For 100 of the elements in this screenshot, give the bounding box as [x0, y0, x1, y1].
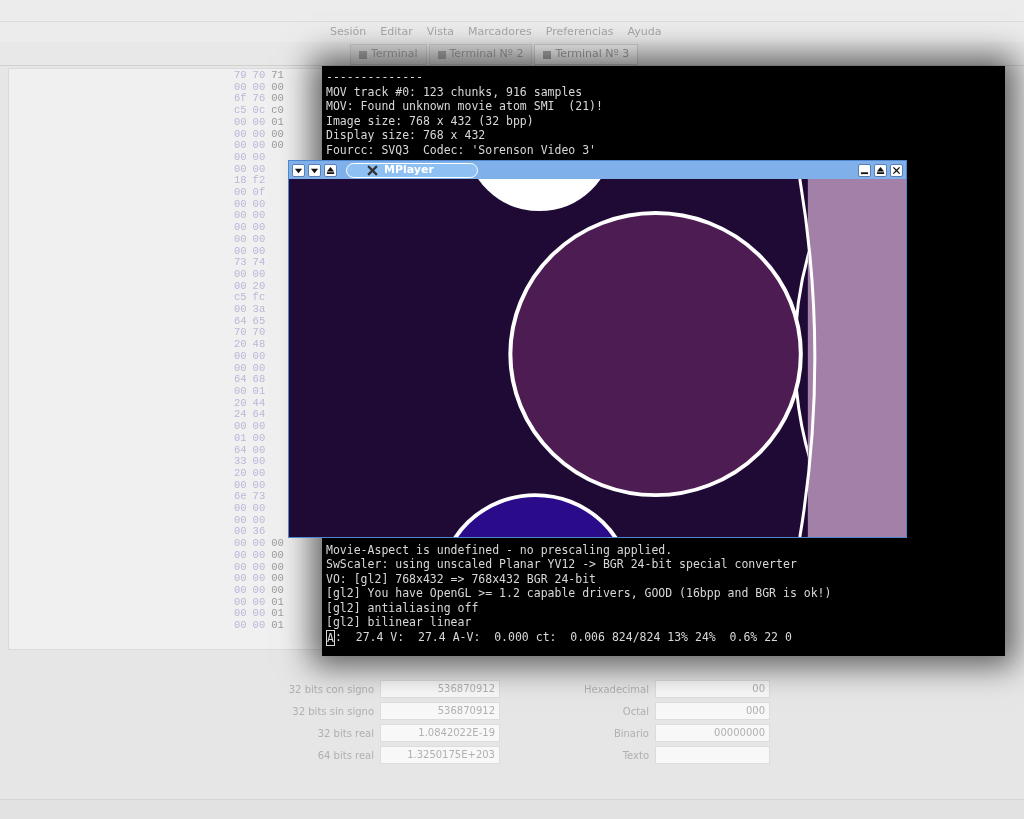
hex-byte: 33 — [234, 456, 247, 468]
cursor: A — [326, 629, 335, 646]
hex-byte: 00 — [271, 128, 284, 141]
hex-byte: 00 — [234, 128, 247, 141]
value-field[interactable]: 1.3250175E+203 — [380, 746, 500, 764]
hex-byte: c0 — [271, 105, 284, 117]
hex-byte: 00 — [271, 549, 284, 562]
hex-byte: 00 — [271, 561, 284, 574]
shade-icon[interactable] — [308, 163, 321, 177]
terminal-line: : 27.4 V: 27.4 A-V: 0.000 ct: 0.006 824/824 13% 24% 0.6% 22 0 — [334, 629, 792, 646]
hex-byte: 00 — [234, 151, 247, 164]
value-field[interactable]: 536870912 — [380, 680, 500, 698]
hex-byte: 00 — [234, 421, 247, 433]
menu-item[interactable]: Preferencias — [545, 23, 614, 41]
hex-byte: 00 — [271, 81, 284, 94]
hex-byte: 70 — [234, 327, 247, 340]
hex-byte: 00 — [271, 140, 284, 152]
value-field[interactable]: 536870912 — [380, 702, 500, 720]
hex-byte: 73 — [252, 491, 266, 503]
hex-byte: 00 — [271, 573, 284, 585]
menu-item[interactable]: Ayuda — [627, 23, 662, 41]
hex-byte: 01 — [271, 116, 284, 129]
hex-byte: 00 — [271, 584, 284, 597]
hex-byte: 00 — [234, 116, 247, 129]
raise-icon[interactable] — [324, 163, 337, 177]
hex-byte: 00 — [234, 596, 247, 609]
hex-byte: 00 — [234, 561, 247, 574]
hex-byte: 00 — [234, 280, 247, 293]
hex-byte: 24 — [234, 409, 247, 422]
minimize-icon[interactable] — [858, 163, 871, 177]
hex-byte: 64 — [234, 444, 247, 457]
hex-byte: 00 — [234, 514, 247, 527]
hex-byte: 00 — [234, 163, 247, 176]
hex-byte: 00 — [234, 350, 247, 363]
value-field[interactable] — [655, 746, 770, 764]
menu-icon[interactable] — [292, 163, 305, 177]
hex-byte: 00 — [234, 584, 247, 597]
hex-byte: 00 — [234, 362, 247, 375]
hex-byte: 00 — [234, 386, 247, 398]
terminal-line: SwScaler: using unscaled Planar YV12 -> BGR 24-bit special converter — [326, 557, 798, 572]
hex-byte: 00 — [234, 187, 247, 199]
hex-byte: 20 — [234, 339, 247, 351]
value-field[interactable]: 000 — [655, 702, 770, 720]
window-title: MPlayer — [384, 161, 434, 178]
hex-byte: 01 — [271, 620, 284, 632]
terminal-line: [gl2] antialiasing off — [326, 600, 480, 615]
terminal-line: Fourcc: SVQ3 Codec: 'Sorenson Video 3' — [326, 142, 598, 157]
hex-byte: 73 — [234, 257, 247, 269]
hex-byte: 00 — [234, 573, 247, 585]
terminal-line: MOV track #0: 123 chunks, 916 samples — [326, 84, 584, 99]
terminal-icon — [437, 50, 446, 59]
hex-byte: 20 — [234, 467, 247, 480]
hex-byte: 01 — [271, 596, 284, 609]
menu-item[interactable]: Sesión — [330, 23, 367, 41]
terminal-icon — [359, 50, 367, 59]
hex-byte: 00 — [234, 479, 247, 492]
hex-byte: 00 — [271, 93, 284, 106]
hex-byte: 00 — [271, 538, 284, 550]
terminal-icon — [543, 50, 552, 59]
maximize-icon[interactable] — [874, 163, 887, 177]
hex-byte: 00 — [234, 549, 247, 562]
terminal-line: -------------- — [326, 70, 424, 85]
terminal-line: [gl2] You have OpenGL >= 1.2 capable drivers, GOOD (16bpp and BGR is ok!) — [326, 586, 833, 601]
terminal-tab[interactable]: Terminal Nº 3 — [534, 44, 639, 65]
hex-byte: 01 — [271, 608, 284, 621]
terminal-line: MOV: Found unknown movie atom SMI (21)! — [326, 99, 604, 114]
hex-byte: 00 — [234, 245, 247, 258]
value-field[interactable]: 00000000 — [655, 724, 770, 742]
menu-item[interactable]: Vista — [426, 23, 454, 41]
close-icon[interactable] — [890, 163, 903, 177]
terminal-line: VO: [gl2] 768x432 => 768x432 BGR 24-bit — [326, 571, 598, 586]
hex-byte: 00 — [234, 198, 247, 211]
terminal-line: Movie-Aspect is undefined - no prescaling applied. — [326, 542, 674, 557]
hex-byte: 3a — [252, 304, 266, 316]
value-field[interactable]: 00 — [655, 680, 770, 698]
hex-byte: f2 — [252, 175, 266, 187]
hex-byte: 00 — [234, 526, 247, 539]
hex-byte: 64 — [234, 315, 247, 328]
hex-byte: 00 — [234, 81, 247, 93]
hex-byte: 20 — [234, 397, 247, 410]
x-logo-icon — [367, 164, 378, 176]
hex-byte: 36 — [252, 526, 266, 539]
hex-byte: 00 — [234, 233, 247, 246]
hex-byte: 00 — [234, 538, 247, 550]
hex-byte: 00 — [234, 222, 247, 234]
terminal-line: [gl2] bilinear linear — [326, 615, 473, 630]
value-field[interactable]: 1.0842022E-19 — [380, 724, 500, 742]
terminal-line: Display size: 768 x 432 — [326, 128, 487, 143]
hex-byte: 00 — [234, 620, 247, 632]
terminal-line: Image size: 768 x 432 (32 bpp) — [326, 113, 535, 128]
hex-byte: 00 — [234, 210, 247, 223]
hex-byte: 71 — [271, 70, 284, 82]
hex-byte: 00 — [234, 268, 247, 281]
hex-byte: 00 — [234, 140, 247, 152]
hex-byte: 00 — [234, 503, 247, 515]
hex-byte: 00 — [234, 608, 247, 621]
menu-item[interactable]: Editar — [380, 23, 413, 41]
hex-byte: 64 — [234, 374, 247, 386]
hex-byte: 00 — [234, 304, 247, 316]
menu-item[interactable]: Marcadores — [467, 23, 532, 41]
